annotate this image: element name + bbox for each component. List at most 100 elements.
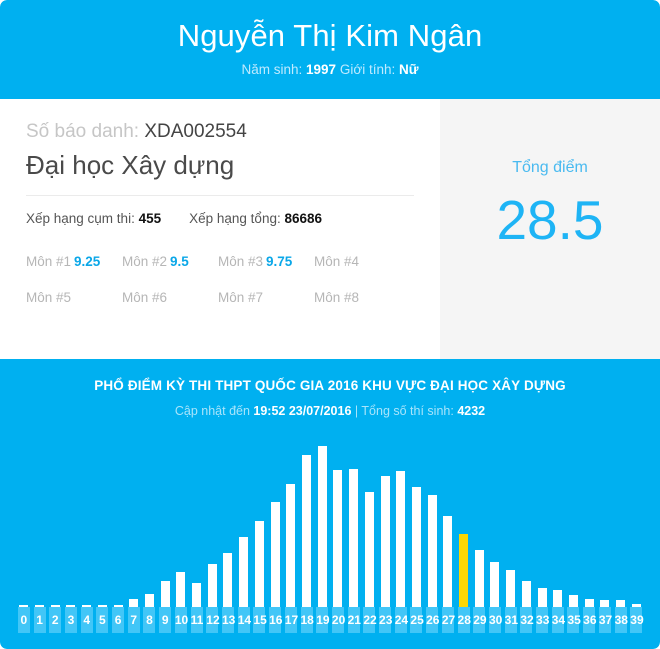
x-tick: 14 <box>236 607 252 633</box>
x-tick: 8 <box>142 607 158 633</box>
subject-cell-5: Môn #5 <box>26 289 122 307</box>
x-tick-label: 5 <box>96 607 109 633</box>
x-tick-label: 1 <box>33 607 46 633</box>
x-tick-label: 20 <box>331 607 345 633</box>
bar-slot <box>566 429 582 607</box>
result-body: Số báo danh: XDA002554 Đại học Xây dựng … <box>0 99 660 359</box>
subject-scores: Môn #1 9.25 Môn #2 9.5 Môn #3 9.75 Môn #4 M… <box>26 253 416 307</box>
bar <box>129 599 139 607</box>
score-distribution-chart: PHỔ ĐIỂM KỲ THI THPT QUỐC GIA 2016 KHU V… <box>0 359 660 649</box>
subject-cell-1: Môn #1 9.25 <box>26 253 122 271</box>
bar-slot <box>95 429 111 607</box>
bar <box>443 516 453 607</box>
bar-slot <box>204 429 220 607</box>
subject-label-5: Môn #5 <box>26 290 72 305</box>
subtitle-separator: | <box>354 404 359 418</box>
subject-cell-7: Môn #7 <box>218 289 314 307</box>
x-tick-label: 18 <box>300 607 314 633</box>
bar-slot <box>581 429 597 607</box>
bar-slot <box>47 429 63 607</box>
bar <box>396 470 406 607</box>
student-info-panel: Số báo danh: XDA002554 Đại học Xây dựng … <box>0 99 440 359</box>
x-tick: 7 <box>126 607 142 633</box>
x-tick: 29 <box>471 607 487 633</box>
x-tick-label: 27 <box>441 607 455 633</box>
bar-slot <box>377 429 393 607</box>
bar-slot <box>471 429 487 607</box>
x-tick-label: 6 <box>112 607 125 633</box>
bar-slot <box>79 429 95 607</box>
bar <box>144 594 154 607</box>
x-tick-label: 38 <box>614 607 628 633</box>
x-tick: 21 <box>346 607 362 633</box>
x-tick: 39 <box>628 607 644 633</box>
subject-row-2: Môn #5 Môn #6 Môn #7 Môn #8 <box>26 289 416 307</box>
x-tick: 32 <box>519 607 535 633</box>
bar <box>333 469 343 607</box>
x-tick-label: 19 <box>316 607 330 633</box>
bar-slot <box>597 429 613 607</box>
total-score-label: Tổng điểm <box>512 159 588 176</box>
x-tick-label: 25 <box>410 607 424 633</box>
bar-slot <box>534 429 550 607</box>
x-tick-label: 34 <box>551 607 565 633</box>
x-tick-label: 10 <box>174 607 188 633</box>
student-header: Nguyễn Thị Kim Ngân Năm sinh: 1997 Giới … <box>0 0 660 99</box>
bar <box>521 581 531 607</box>
x-tick-label: 28 <box>457 607 471 633</box>
bar <box>349 468 359 607</box>
x-tick-label: 4 <box>80 607 93 633</box>
x-tick-label: 26 <box>426 607 439 633</box>
bar <box>537 588 547 607</box>
bar-slot <box>16 429 32 607</box>
x-tick: 20 <box>330 607 346 633</box>
x-tick-label: 39 <box>630 607 644 633</box>
bar-slot <box>314 429 330 607</box>
x-tick-label: 16 <box>269 607 282 633</box>
bar <box>286 484 296 607</box>
x-tick: 36 <box>581 607 597 633</box>
x-tick: 4 <box>79 607 95 633</box>
subject-cell-4: Môn #4 <box>314 253 410 271</box>
cluster-rank-value: 455 <box>138 211 162 226</box>
chart-subtitle: Cập nhật đến 19:52 23/07/2016 | Tổng số … <box>0 402 660 420</box>
x-tick: 22 <box>361 607 377 633</box>
x-tick: 23 <box>377 607 393 633</box>
bar-slot <box>519 429 535 607</box>
rankings: Xếp hạng cụm thi: 455 Xếp hạng tổng: 866… <box>26 209 416 229</box>
subject-label-2: Môn #2 <box>122 254 168 269</box>
x-tick-label: 7 <box>127 607 140 633</box>
student-meta: Năm sinh: 1997 Giới tính: Nữ <box>0 61 660 79</box>
candidates-label: Tổng số thí sinh: <box>361 404 454 418</box>
x-tick: 2 <box>47 607 63 633</box>
divider <box>26 195 414 196</box>
cluster-rank-label: Xếp hạng cụm thi: <box>26 211 135 226</box>
registration-number-value: XDA002554 <box>144 121 247 142</box>
bar-slot <box>393 429 409 607</box>
subject-cell-3: Môn #3 9.75 <box>218 253 314 271</box>
x-tick-label: 13 <box>221 607 235 633</box>
gender-value: Nữ <box>398 62 419 77</box>
total-score-panel: Tổng điểm 28.5 <box>440 99 660 359</box>
x-tick-label: 9 <box>159 607 172 633</box>
bar-slot <box>267 429 283 607</box>
bar <box>302 454 311 607</box>
x-tick: 38 <box>613 607 629 633</box>
subject-score-2: 9.5 <box>170 254 189 269</box>
x-tick-label: 30 <box>488 607 502 633</box>
x-tick: 10 <box>173 607 189 633</box>
bar <box>411 487 421 607</box>
x-tick-label: 33 <box>536 607 549 633</box>
cluster-rank: Xếp hạng cụm thi: 455 <box>26 209 161 229</box>
bar-slot <box>550 429 566 607</box>
bar-highlighted <box>459 533 469 607</box>
bar <box>176 572 186 607</box>
bar <box>427 495 437 607</box>
x-tick: 12 <box>204 607 220 633</box>
bar-slot <box>613 429 629 607</box>
subject-score-3: 9.75 <box>266 254 293 269</box>
x-tick: 34 <box>550 607 566 633</box>
bar <box>364 492 374 607</box>
x-tick: 15 <box>252 607 268 633</box>
subject-cell-2: Môn #2 9.5 <box>122 253 218 271</box>
